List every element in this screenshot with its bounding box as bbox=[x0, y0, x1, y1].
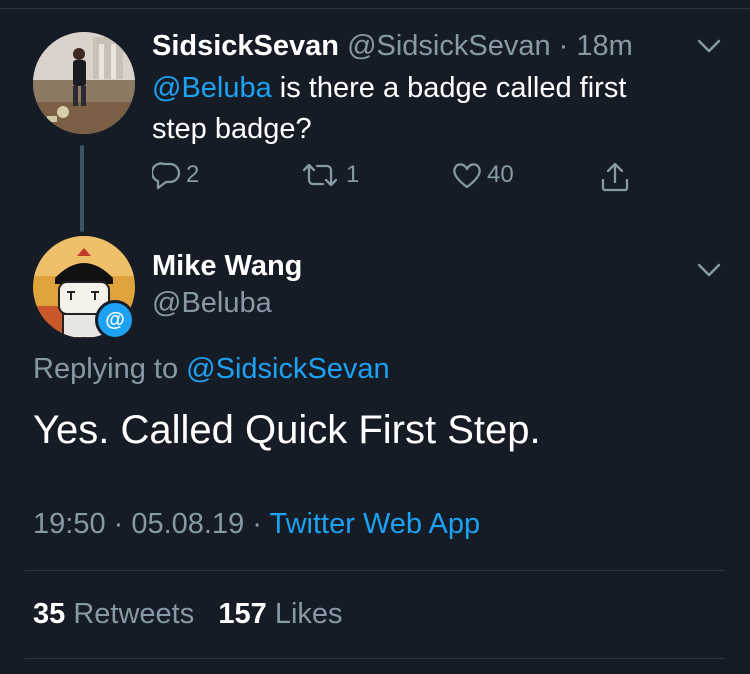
share-icon bbox=[601, 162, 629, 192]
like-button[interactable]: 40 bbox=[451, 160, 514, 190]
share-button[interactable] bbox=[598, 160, 632, 194]
heart-icon bbox=[453, 163, 481, 189]
chevron-down-icon[interactable] bbox=[696, 262, 722, 278]
tweet1-display-name[interactable]: SidsickSevan bbox=[152, 30, 339, 62]
like-count: 40 bbox=[487, 161, 514, 188]
likes-stat[interactable]: 157 Likes bbox=[218, 598, 342, 630]
divider bbox=[25, 658, 725, 659]
retweets-stat[interactable]: 35 Retweets bbox=[33, 598, 194, 630]
likes-count: 157 bbox=[218, 598, 267, 630]
retweet-button[interactable]: 1 bbox=[298, 160, 359, 190]
thread-connector bbox=[80, 145, 84, 232]
mention-badge-icon: @ bbox=[95, 300, 135, 340]
retweet-count: 1 bbox=[346, 161, 360, 188]
replying-to-link[interactable]: @SidsickSevan bbox=[186, 353, 390, 385]
tweet2-display-name[interactable]: Mike Wang bbox=[152, 250, 302, 283]
replying-prefix: Replying to bbox=[33, 353, 187, 385]
tweet2-handle[interactable]: @Beluba bbox=[152, 287, 272, 320]
tweet1-mention[interactable]: @Beluba bbox=[152, 72, 272, 104]
reply-count: 2 bbox=[186, 161, 200, 188]
tweet1-handle[interactable]: @SidsickSevan bbox=[347, 30, 551, 62]
retweets-count: 35 bbox=[33, 598, 66, 630]
reply-button[interactable]: 2 bbox=[152, 160, 199, 190]
retweet-icon bbox=[302, 163, 338, 187]
tweet2-time: 19:50 bbox=[33, 508, 106, 540]
retweets-label: Retweets bbox=[73, 598, 195, 630]
tweet2-source-link[interactable]: Twitter Web App bbox=[270, 508, 481, 540]
meta-separator: · bbox=[105, 508, 132, 540]
chevron-down-icon[interactable] bbox=[696, 38, 722, 54]
meta-separator: · bbox=[244, 508, 270, 540]
reply-icon bbox=[152, 162, 181, 190]
divider bbox=[25, 570, 725, 571]
top-divider bbox=[0, 8, 750, 9]
tweet2-text: Yes. Called Quick First Step. bbox=[33, 408, 541, 452]
likes-label: Likes bbox=[274, 598, 343, 630]
tweet1-header: SidsickSevan @SidsickSevan · 18m bbox=[152, 30, 633, 63]
tweet1-text: @Beluba is there a badge called first st… bbox=[152, 68, 672, 150]
replying-to-line: Replying to @SidsickSevan bbox=[33, 353, 390, 386]
tweet2-date: 05.08.19 bbox=[131, 508, 245, 540]
engagement-stats: 35 Retweets 157 Likes bbox=[33, 598, 343, 631]
tweet1-time[interactable]: 18m bbox=[576, 30, 632, 62]
time-separator: · bbox=[558, 30, 569, 62]
tweet2-meta: 19:50 · 05.08.19 · Twitter Web App bbox=[33, 508, 480, 541]
avatar-sidsicksevan[interactable] bbox=[33, 32, 135, 134]
